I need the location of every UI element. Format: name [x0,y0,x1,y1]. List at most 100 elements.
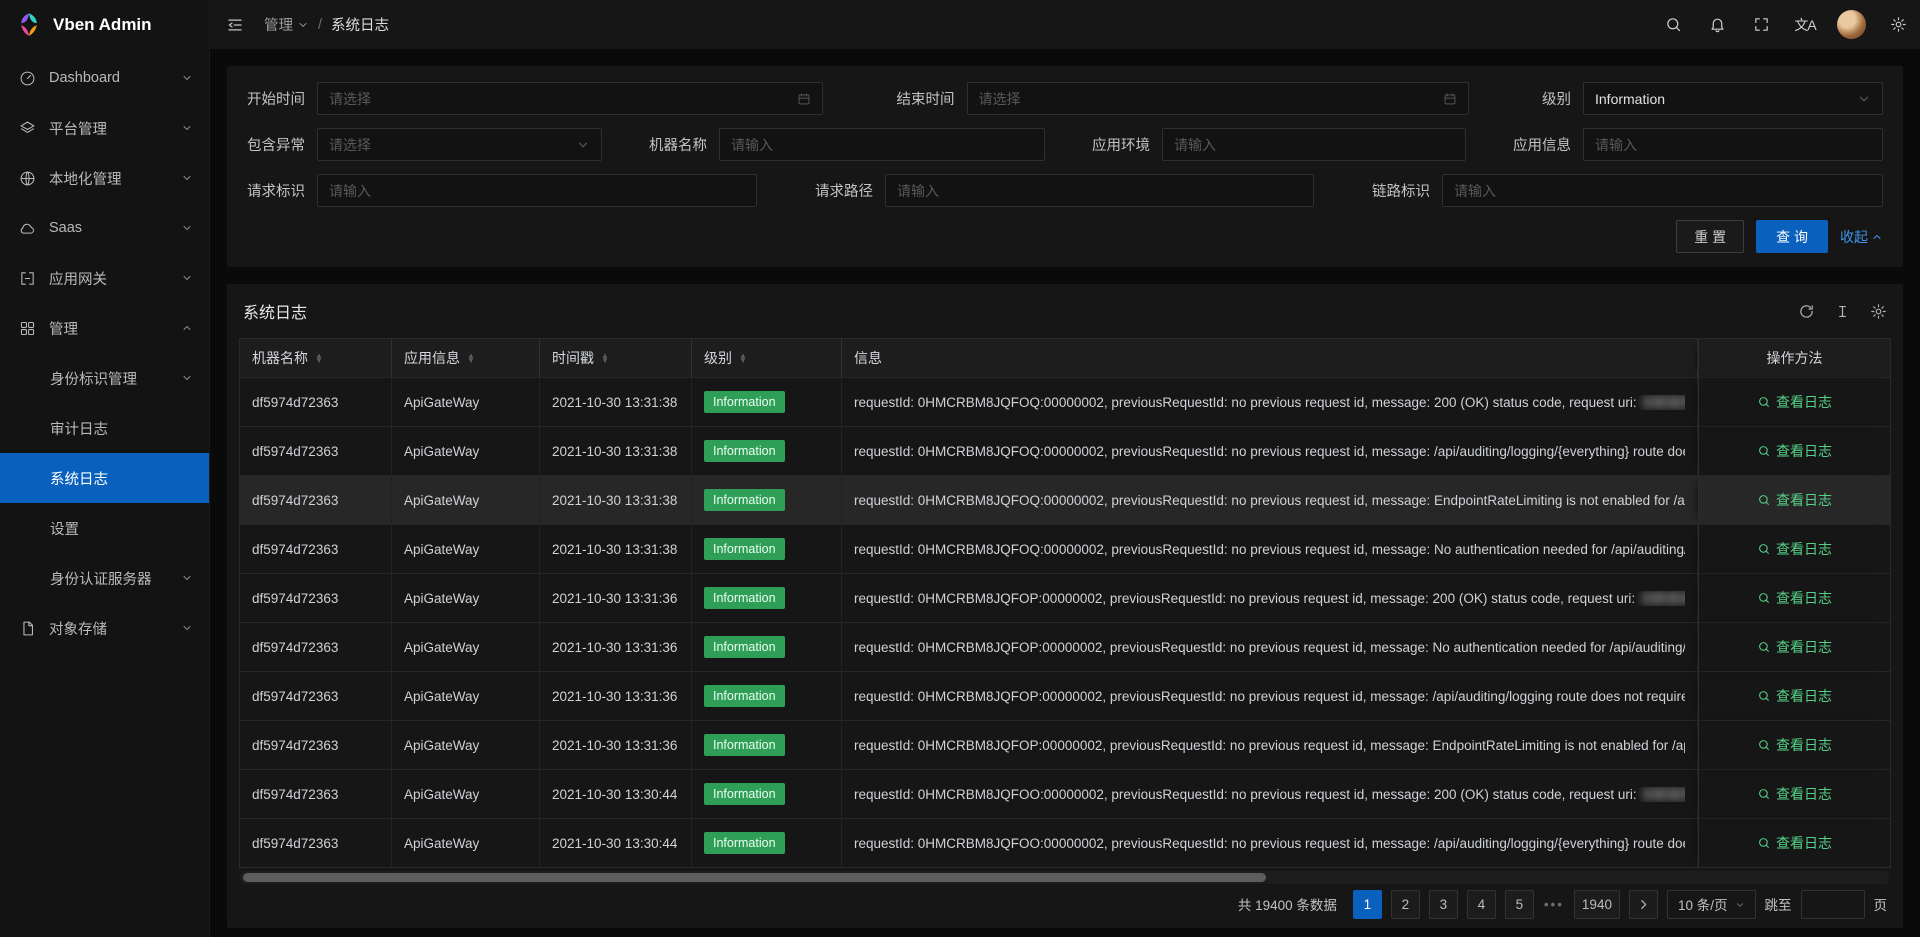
app_env-input[interactable] [1162,128,1466,161]
sort-icon[interactable]: ▲▼ [467,353,475,364]
request_path-text-input[interactable] [897,183,1302,199]
request_path-input[interactable] [885,174,1314,207]
column-header-1[interactable]: 机器名称▲▼ [240,339,392,377]
cell-machine-name: df5974d72363 [240,721,392,769]
sidebar-item-auth-server[interactable]: 身份认证服务器 [0,553,209,603]
trace_id-text-input[interactable] [1454,183,1871,199]
page-button-5[interactable]: 5 [1505,890,1534,919]
sidebar-item-system-log[interactable]: 系统日志 [0,453,209,503]
view-log-link[interactable]: 查看日志 [1757,735,1832,755]
sidebar-item-platform[interactable]: 平台管理 [0,103,209,153]
column-header-4[interactable]: 级别▲▼ [692,339,842,377]
dashboard-icon [19,70,36,87]
refresh-icon[interactable] [1798,303,1815,320]
app_info-input[interactable] [1583,128,1883,161]
sidebar-item-saas[interactable]: Saas [0,203,209,253]
locale-icon[interactable]: 文A [1783,0,1827,49]
row-size-icon[interactable] [1834,303,1851,320]
table-panel: 系统日志 机器名称▲▼应用信息▲▼时间戳▲▼级别▲▼信息操作方法 df5974d… [227,284,1903,928]
sidebar-item-localization[interactable]: 本地化管理 [0,153,209,203]
end_time-date-input[interactable] [979,91,1435,107]
query-button[interactable]: 查 询 [1756,220,1828,253]
menu-fold-icon[interactable] [210,0,260,49]
view-log-link[interactable]: 查看日志 [1757,588,1832,608]
app_env-text-input[interactable] [1174,137,1454,153]
level-badge: Information [704,440,785,462]
page-button-1[interactable]: 1 [1353,890,1382,919]
level-select[interactable]: Information [1583,82,1883,115]
sidebar-item-dashboard[interactable]: Dashboard [0,53,209,103]
view-log-link[interactable]: 查看日志 [1757,686,1832,706]
breadcrumb-parent[interactable]: 管理 [264,14,309,35]
column-header-2[interactable]: 应用信息▲▼ [392,339,540,377]
jump-page-input[interactable] [1801,890,1865,919]
view-log-link[interactable]: 查看日志 [1757,490,1832,510]
view-log-link[interactable]: 查看日志 [1757,833,1832,853]
view-log-link[interactable]: 查看日志 [1757,441,1832,461]
next-page-button[interactable] [1629,890,1658,919]
view-log-link[interactable]: 查看日志 [1757,392,1832,412]
sort-icon[interactable]: ▲▼ [315,353,323,364]
sidebar-item-gateway[interactable]: 应用网关 [0,253,209,303]
page-button-1940[interactable]: 1940 [1574,890,1620,919]
page-button-2[interactable]: 2 [1391,890,1420,919]
sidebar-item-manage[interactable]: 管理 [0,303,209,353]
cell-app-info: ApiGateWay [392,672,540,720]
cell-machine-name: df5974d72363 [240,819,392,867]
end_time-input[interactable] [967,82,1469,115]
collapse-link[interactable]: 收起 [1840,227,1883,247]
sort-icon[interactable]: ▲▼ [739,353,747,364]
horizontal-scrollbar[interactable] [240,871,1890,884]
filter-field-request_path: 请求路径 [815,174,1314,207]
machine_name-text-input[interactable] [731,137,1033,153]
view-log-link[interactable]: 查看日志 [1757,784,1832,804]
page-size-select[interactable]: 10 条/页 [1667,890,1756,919]
request_id-input[interactable] [317,174,757,207]
cell-level: Information [692,672,842,720]
view-log-link[interactable]: 查看日志 [1757,637,1832,657]
view-log-link[interactable]: 查看日志 [1757,539,1832,559]
user-avatar[interactable] [1837,10,1866,39]
field-label: 请求路径 [815,180,873,201]
start_time-input[interactable] [317,82,823,115]
table-row: df5974d72363ApiGateWay2021-10-30 13:30:4… [240,769,1890,818]
reset-button[interactable]: 重 置 [1676,220,1744,253]
settings-gear-icon[interactable] [1876,0,1920,49]
cell-machine-name: df5974d72363 [240,574,392,622]
table-row: df5974d72363ApiGateWay2021-10-30 13:31:3… [240,377,1890,426]
sidebar-item-settings[interactable]: 设置 [0,503,209,553]
notification-bell-icon[interactable] [1695,0,1739,49]
has_exception-select[interactable]: 请选择 [317,128,602,161]
chevron-down-icon [181,222,193,234]
cell-timestamp: 2021-10-30 13:31:36 [540,672,692,720]
request_id-text-input[interactable] [329,183,745,199]
redacted-uri [1643,395,1685,409]
cell-actions: 查看日志 [1698,721,1890,769]
cell-message: requestId: 0HMCRBM8JQFOP:00000002, previ… [842,672,1698,720]
column-settings-gear-icon[interactable] [1870,303,1887,320]
cell-message: requestId: 0HMCRBM8JQFOP:00000002, previ… [842,574,1698,622]
jump-label: 跳至 [1765,894,1792,914]
chevron-down-icon [181,122,193,134]
app-logo[interactable]: Vben Admin [0,0,209,49]
cell-message: requestId: 0HMCRBM8JQFOQ:00000002, previ… [842,427,1698,475]
fullscreen-icon[interactable] [1739,0,1783,49]
column-header-3[interactable]: 时间戳▲▼ [540,339,692,377]
machine_name-input[interactable] [719,128,1045,161]
cell-timestamp: 2021-10-30 13:31:36 [540,623,692,671]
page-button-4[interactable]: 4 [1467,890,1496,919]
page-button-3[interactable]: 3 [1429,890,1458,919]
start_time-date-input[interactable] [329,91,789,107]
horizontal-scrollbar-thumb[interactable] [243,873,1266,882]
sidebar-item-identity[interactable]: 身份标识管理 [0,353,209,403]
sidebar-item-audit-log[interactable]: 审计日志 [0,403,209,453]
sort-icon[interactable]: ▲▼ [601,353,609,364]
app_info-text-input[interactable] [1595,137,1871,153]
sidebar-item-storage[interactable]: 对象存储 [0,603,209,653]
calendar-icon [1443,92,1457,106]
cell-level: Information [692,819,842,867]
page-ellipsis[interactable]: ••• [1543,897,1565,912]
cell-level: Information [692,574,842,622]
search-icon[interactable] [1651,0,1695,49]
trace_id-input[interactable] [1442,174,1883,207]
